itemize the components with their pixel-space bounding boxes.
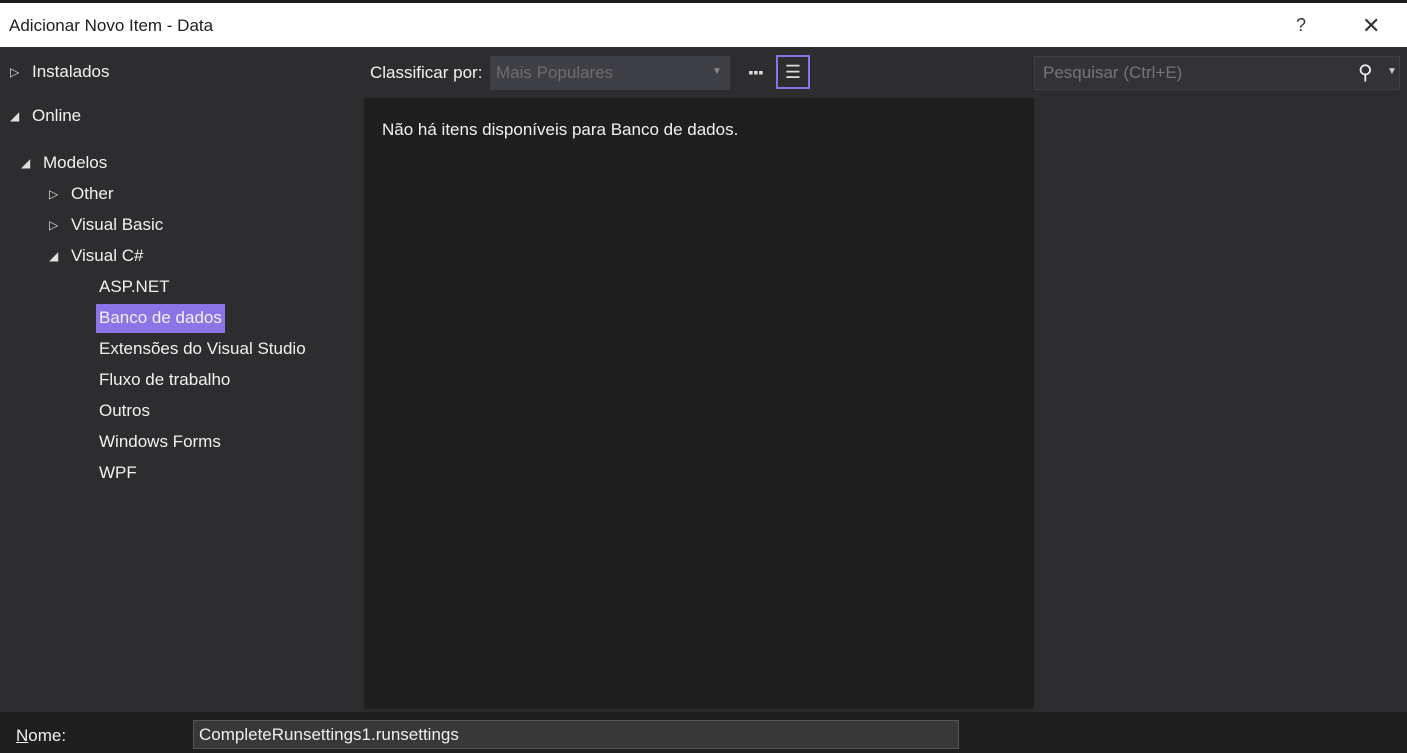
tree-item-windows-forms[interactable]: Windows Forms bbox=[99, 428, 221, 456]
sort-dropdown[interactable]: Mais Populares bbox=[490, 56, 730, 90]
tree-item-modelos[interactable]: ◢ Modelos bbox=[21, 149, 107, 177]
search-input[interactable] bbox=[1034, 56, 1400, 90]
tree-item-extensoes[interactable]: Extensões do Visual Studio bbox=[99, 335, 306, 363]
tree-item-visual-basic[interactable]: ▷ Visual Basic bbox=[49, 211, 163, 239]
tree-item-wpf[interactable]: WPF bbox=[99, 459, 137, 487]
expand-arrow-icon[interactable]: ▷ bbox=[10, 58, 19, 86]
window-title: Adicionar Novo Item - Data bbox=[9, 16, 214, 35]
tree-item-aspnet[interactable]: ASP.NET bbox=[99, 273, 170, 301]
expand-arrow-icon[interactable]: ▷ bbox=[49, 211, 58, 239]
sort-label: Classificar por: bbox=[370, 63, 483, 82]
expand-arrow-icon[interactable]: ▷ bbox=[49, 180, 58, 208]
search-icon[interactable]: ⚲ bbox=[1358, 60, 1373, 85]
chevron-down-icon: ▼ bbox=[712, 66, 722, 77]
tree-label: Other bbox=[71, 184, 114, 203]
list-view-button[interactable]: ☰ bbox=[776, 55, 810, 89]
title-bar: Adicionar Novo Item - Data ? ✕ bbox=[0, 3, 1407, 47]
footer: Nome: bbox=[0, 712, 1407, 753]
help-button[interactable]: ? bbox=[1296, 15, 1306, 36]
search-options-dropdown-icon[interactable]: ▼ bbox=[1387, 66, 1397, 77]
tree-item-banco-de-dados[interactable]: Banco de dados bbox=[96, 304, 225, 333]
item-list-panel: Não há itens disponíveis para Banco de d… bbox=[364, 98, 1034, 709]
name-label-text: ome: bbox=[28, 726, 67, 745]
name-label: Nome: bbox=[16, 726, 66, 746]
tree-label: Visual C# bbox=[71, 246, 144, 265]
grid-icon: ▪▪▪ bbox=[748, 64, 764, 80]
tree-item-visual-csharp[interactable]: ◢ Visual C# bbox=[49, 242, 143, 270]
name-field[interactable] bbox=[193, 720, 959, 749]
collapse-arrow-icon[interactable]: ◢ bbox=[10, 102, 19, 130]
tree-label: Modelos bbox=[43, 153, 108, 172]
empty-message: Não há itens disponíveis para Banco de d… bbox=[382, 120, 739, 139]
collapse-arrow-icon[interactable]: ◢ bbox=[49, 242, 58, 270]
tree-label: Visual Basic bbox=[71, 215, 164, 234]
list-icon: ☰ bbox=[784, 62, 802, 82]
tree-item-instalados[interactable]: ▷ Instalados bbox=[10, 58, 110, 86]
grid-view-button[interactable]: ▪▪▪ bbox=[740, 56, 772, 88]
tree-item-fluxo[interactable]: Fluxo de trabalho bbox=[99, 366, 230, 394]
tree-item-outros[interactable]: Outros bbox=[99, 397, 150, 425]
tree-item-other[interactable]: ▷ Other bbox=[49, 180, 114, 208]
tree-label: Instalados bbox=[32, 62, 110, 81]
name-label-accelerator: N bbox=[16, 726, 29, 745]
tree-item-online[interactable]: ◢ Online bbox=[10, 102, 81, 130]
collapse-arrow-icon[interactable]: ◢ bbox=[21, 149, 30, 177]
tree-label: Online bbox=[32, 106, 82, 125]
close-button[interactable]: ✕ bbox=[1362, 13, 1380, 39]
